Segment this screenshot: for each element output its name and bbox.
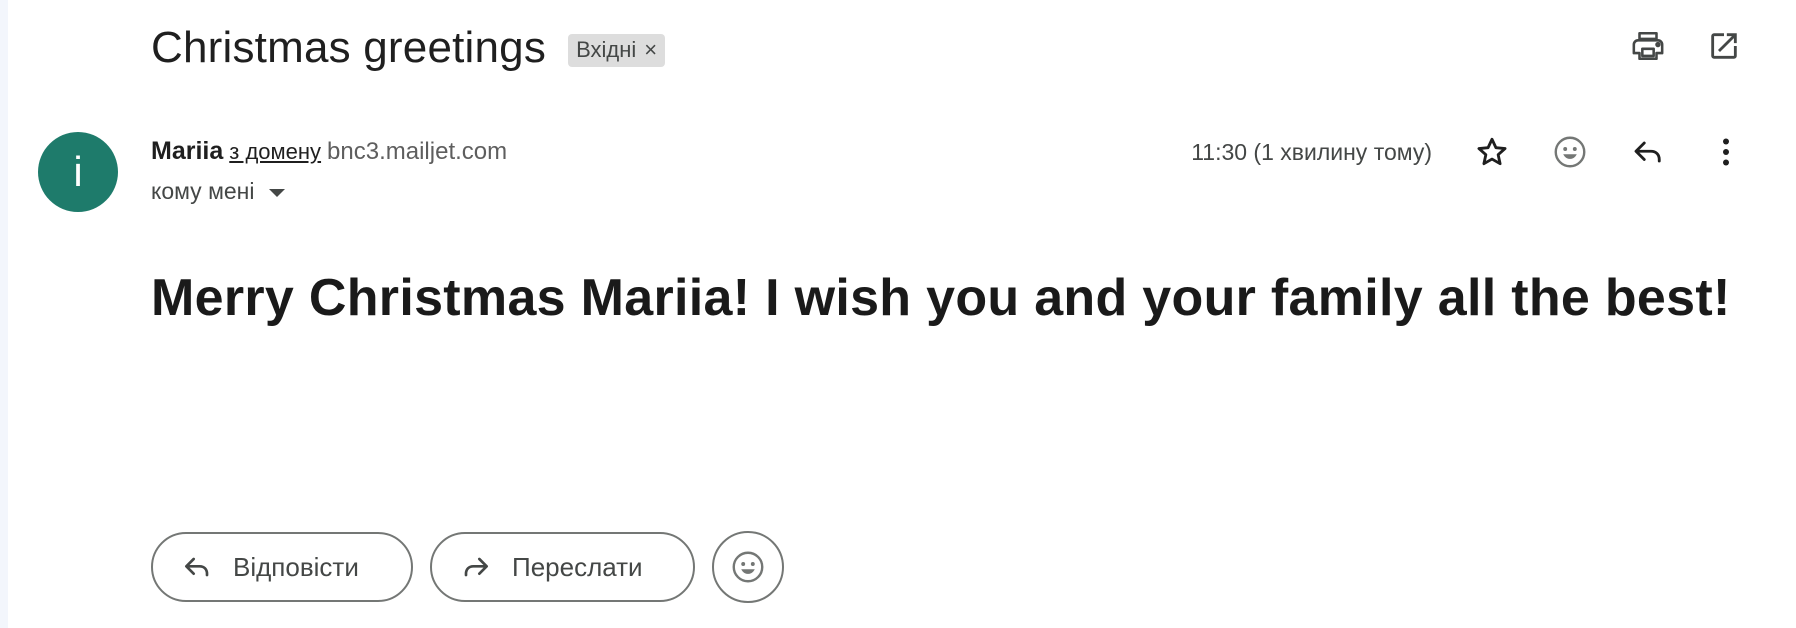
star-button[interactable] bbox=[1472, 132, 1512, 172]
add-reaction-button[interactable] bbox=[1550, 132, 1590, 172]
reply-icon bbox=[185, 557, 209, 577]
emoji-icon bbox=[732, 551, 764, 583]
star-icon bbox=[1477, 137, 1507, 166]
more-vert-icon bbox=[1723, 138, 1729, 166]
left-edge-strip bbox=[0, 0, 8, 628]
reply-icon bbox=[1634, 141, 1661, 163]
more-options-button[interactable] bbox=[1706, 132, 1746, 172]
forward-pill-button[interactable]: Переслати bbox=[430, 532, 695, 602]
remove-label-button[interactable]: × bbox=[644, 37, 657, 63]
via-domain-link[interactable]: з домену bbox=[229, 139, 321, 165]
message-actions bbox=[1472, 132, 1746, 172]
forward-button-label: Переслати bbox=[512, 551, 643, 582]
reply-pill-button[interactable]: Відповісти bbox=[151, 532, 413, 602]
reply-button[interactable] bbox=[1628, 132, 1668, 172]
emoji-icon bbox=[1554, 136, 1586, 168]
sender-name[interactable]: Mariia bbox=[151, 137, 223, 166]
bottom-actions: Відповісти Переслати bbox=[151, 531, 784, 603]
inbox-label-chip[interactable]: Вхідні × bbox=[568, 33, 666, 67]
recipient-text: кому мені bbox=[151, 178, 255, 204]
recipient-details-toggle[interactable]: кому мені bbox=[151, 178, 285, 205]
subject-row: Christmas greetings Вхідні × bbox=[151, 18, 666, 78]
email-subject: Christmas greetings bbox=[151, 23, 547, 72]
open-in-new-window-icon bbox=[1711, 33, 1737, 59]
email-timestamp: 11:30 (1 хвилину тому) bbox=[1191, 139, 1432, 165]
sender-avatar[interactable]: i bbox=[38, 132, 118, 212]
print-button[interactable] bbox=[1628, 26, 1668, 66]
open-in-new-window-button[interactable] bbox=[1704, 26, 1744, 66]
sender-domain: bnc3.mailjet.com bbox=[327, 138, 508, 165]
emoji-reaction-button[interactable] bbox=[712, 531, 784, 603]
sender-line: Mariia з домену bnc3.mailjet.com bbox=[151, 137, 507, 166]
label-chip-text: Вхідні bbox=[576, 36, 637, 62]
print-icon bbox=[1632, 31, 1664, 61]
chevron-down-icon bbox=[268, 188, 285, 197]
thread-toolbar bbox=[1628, 26, 1744, 66]
email-body: Merry Christmas Mariia! I wish you and y… bbox=[151, 269, 1731, 327]
forward-icon bbox=[464, 557, 488, 577]
reply-button-label: Відповісти bbox=[233, 551, 359, 582]
